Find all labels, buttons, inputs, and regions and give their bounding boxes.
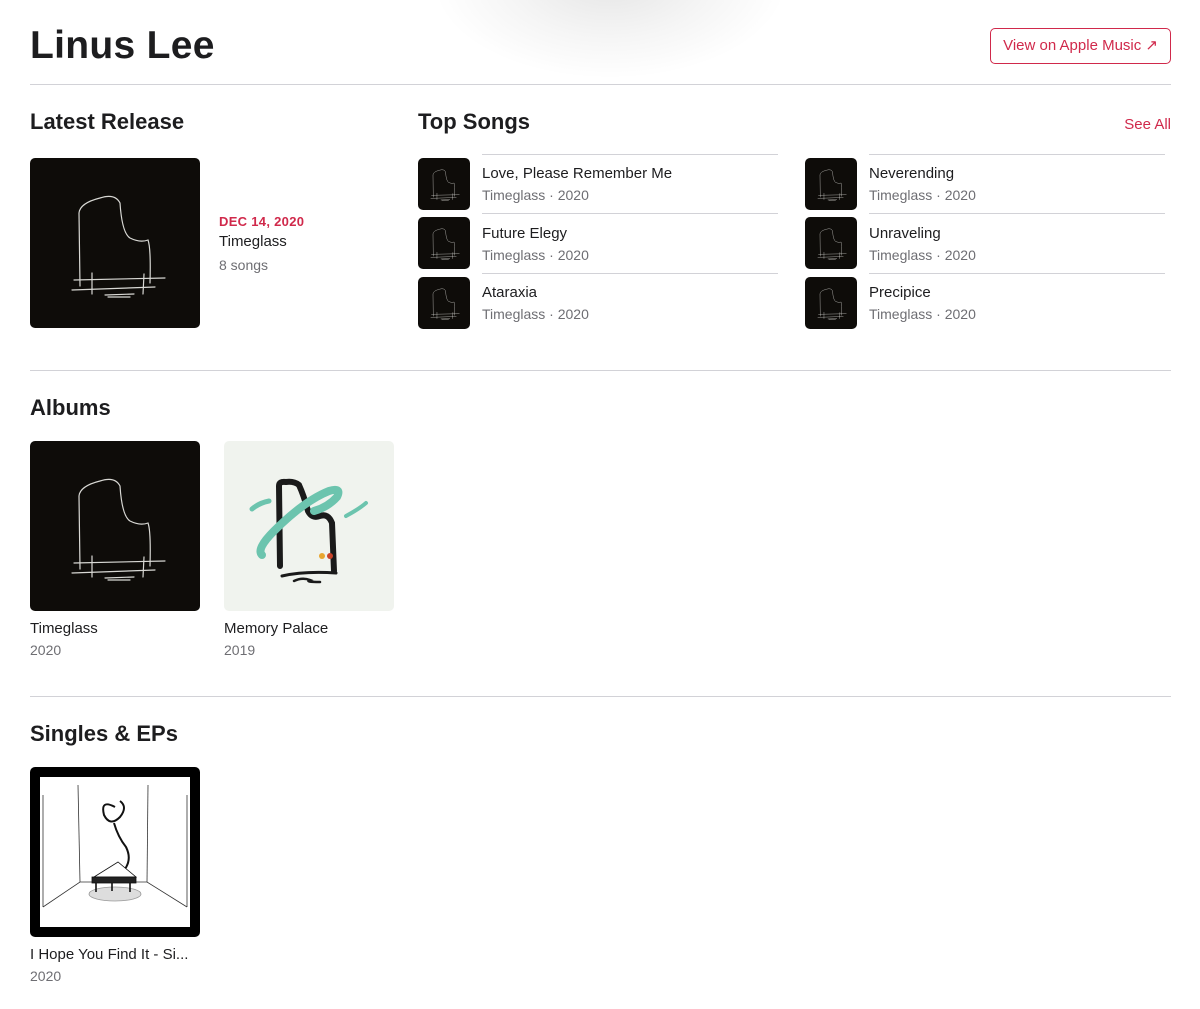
single-card[interactable]: I Hope You Find It - Si... 2020: [30, 767, 200, 984]
artist-name: Linus Lee: [30, 24, 215, 67]
song-artwork: [805, 277, 857, 329]
album-year: 2020: [30, 642, 62, 658]
song-row[interactable]: Future Elegy Timeglass · 2020: [418, 213, 778, 274]
song-count: 8 songs: [219, 257, 269, 273]
latest-release-title: Latest Release: [30, 109, 185, 134]
song-subtitle: Timeglass · 2020: [869, 246, 976, 263]
top-songs-grid: Love, Please Remember Me Timeglass · 2020…: [418, 153, 1167, 333]
song-title: Unraveling: [869, 224, 941, 242]
album-artwork: [30, 441, 200, 611]
song-artwork: [418, 277, 470, 329]
latest-release-name[interactable]: Timeglass: [219, 233, 304, 250]
song-title: Neverending: [869, 165, 955, 183]
single-year: 2020: [30, 968, 62, 984]
single-title: I Hope You Find It - Si...: [30, 946, 189, 963]
song-subtitle: Timeglass · 2020: [869, 187, 976, 204]
see-all-link[interactable]: See All: [1124, 116, 1171, 133]
single-artwork: [30, 767, 200, 937]
view-button-brand: Apple Music: [1059, 37, 1142, 54]
song-title: Precipice: [869, 284, 931, 302]
section-divider: [30, 370, 1171, 371]
song-title: Ataraxia: [482, 284, 538, 302]
album-title: Timeglass: [30, 620, 98, 637]
latest-release-artwork[interactable]: [30, 158, 200, 328]
artist-page: Linus Lee View on Apple Music ↗ Latest R…: [30, 0, 1171, 984]
song-row[interactable]: Neverending Timeglass · 2020: [805, 153, 1165, 214]
song-subtitle: Timeglass · 2020: [482, 246, 589, 263]
song-row[interactable]: Unraveling Timeglass · 2020: [805, 213, 1165, 274]
song-title: Future Elegy: [482, 224, 568, 242]
album-title: Memory Palace: [224, 620, 329, 637]
song-artwork: [418, 158, 470, 210]
external-link-arrow-icon: ↗: [1145, 37, 1158, 54]
song-artwork: [805, 217, 857, 269]
song-artwork: [805, 158, 857, 210]
section-divider: [30, 696, 1171, 697]
song-subtitle: Timeglass · 2020: [869, 306, 976, 323]
song-row[interactable]: Ataraxia Timeglass · 2020: [418, 272, 778, 333]
view-on-apple-music-button[interactable]: View on Apple Music ↗: [990, 28, 1171, 64]
song-subtitle: Timeglass · 2020: [482, 306, 589, 323]
release-date: DEC 14, 2020: [219, 214, 305, 229]
albums-title: Albums: [30, 395, 111, 420]
piano-sketch-artwork: [30, 158, 200, 328]
latest-release-info: DEC 14, 2020 Timeglass 8 songs: [219, 214, 304, 273]
album-card[interactable]: Timeglass 2020: [30, 441, 200, 658]
artist-header: Linus Lee View on Apple Music ↗: [30, 0, 1171, 85]
album-year: 2019: [224, 642, 256, 658]
singles-title: Singles & EPs: [30, 721, 178, 746]
album-artwork: [224, 441, 394, 611]
song-row[interactable]: Love, Please Remember Me Timeglass · 2020: [418, 153, 778, 214]
song-row[interactable]: Precipice Timeglass · 2020: [805, 272, 1165, 333]
song-title: Love, Please Remember Me: [482, 165, 673, 183]
top-songs-title: Top Songs: [418, 109, 531, 134]
song-subtitle: Timeglass · 2020: [482, 187, 589, 204]
album-card[interactable]: Memory Palace 2019: [224, 441, 394, 658]
song-artwork: [418, 217, 470, 269]
view-button-prefix: View on: [1003, 37, 1060, 54]
